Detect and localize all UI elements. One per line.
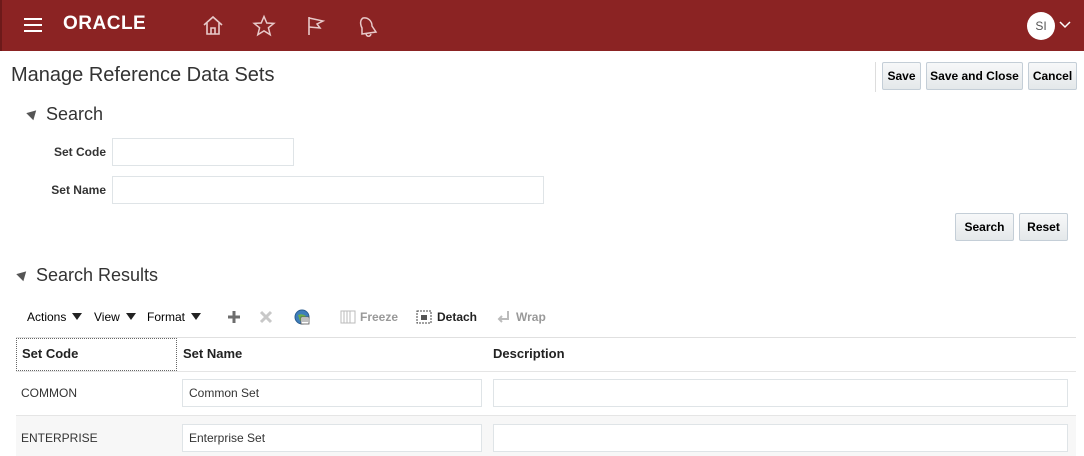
column-header-description[interactable]: Description (493, 346, 565, 361)
column-header-set-name[interactable]: Set Name (183, 346, 242, 361)
chevron-down-icon[interactable] (1059, 20, 1071, 30)
search-results-heading: Search Results (36, 265, 159, 285)
star-icon[interactable] (252, 14, 276, 38)
detach-icon[interactable] (415, 308, 433, 326)
user-avatar[interactable]: SI (1027, 12, 1055, 40)
search-section-header[interactable]: Search (26, 104, 104, 125)
reset-button[interactable]: Reset (1019, 213, 1068, 241)
wrap-button[interactable]: Wrap (516, 310, 546, 324)
menu-icon[interactable] (24, 18, 42, 32)
row1-set-code: COMMON (21, 386, 77, 400)
search-results-section-header[interactable]: Search Results (16, 265, 159, 286)
caret-down-icon (72, 313, 83, 320)
set-code-input[interactable] (112, 138, 294, 166)
oracle-logo[interactable]: ORACLE (63, 13, 146, 35)
caret-down-icon (125, 313, 136, 320)
wrap-icon[interactable] (495, 308, 513, 326)
add-icon[interactable] (225, 308, 243, 326)
flag-icon[interactable] (304, 14, 328, 38)
set-code-label: Set Code (53, 145, 106, 159)
global-header: ORACLE SI (0, 0, 1084, 51)
detach-button[interactable]: Detach (437, 310, 477, 324)
title-divider (875, 62, 876, 92)
row2-description-input[interactable] (493, 424, 1068, 452)
search-button[interactable]: Search (955, 213, 1014, 241)
actions-label: Actions (27, 310, 67, 324)
view-menu[interactable]: View (94, 310, 136, 324)
row2-set-code: ENTERPRISE (21, 431, 98, 445)
bell-icon[interactable] (356, 14, 380, 38)
header-bottom-border (16, 371, 1076, 372)
freeze-button[interactable]: Freeze (360, 310, 398, 324)
collapse-triangle-icon[interactable] (16, 267, 30, 282)
row2-set-name-input[interactable]: Enterprise Set (182, 424, 482, 452)
actions-menu[interactable]: Actions (27, 310, 83, 324)
column-header-set-code[interactable]: Set Code (22, 346, 78, 361)
set-name-input[interactable] (112, 176, 544, 204)
save-and-close-button[interactable]: Save and Close (926, 62, 1023, 90)
export-globe-icon[interactable] (293, 308, 311, 326)
caret-down-icon (191, 313, 202, 320)
save-button[interactable]: Save (882, 62, 921, 90)
search-heading: Search (46, 104, 104, 124)
home-icon[interactable] (201, 14, 225, 38)
view-label: View (94, 310, 120, 324)
page-title: Manage Reference Data Sets (11, 64, 275, 86)
set-name-label: Set Name (51, 183, 106, 197)
delete-icon[interactable] (257, 308, 275, 326)
cancel-button[interactable]: Cancel (1028, 62, 1077, 90)
format-menu[interactable]: Format (147, 310, 202, 324)
row1-description-input[interactable] (493, 379, 1068, 407)
format-label: Format (147, 310, 186, 324)
collapse-triangle-icon[interactable] (26, 106, 40, 121)
freeze-icon[interactable] (339, 308, 357, 326)
row1-set-name-input[interactable]: Common Set (182, 379, 482, 407)
